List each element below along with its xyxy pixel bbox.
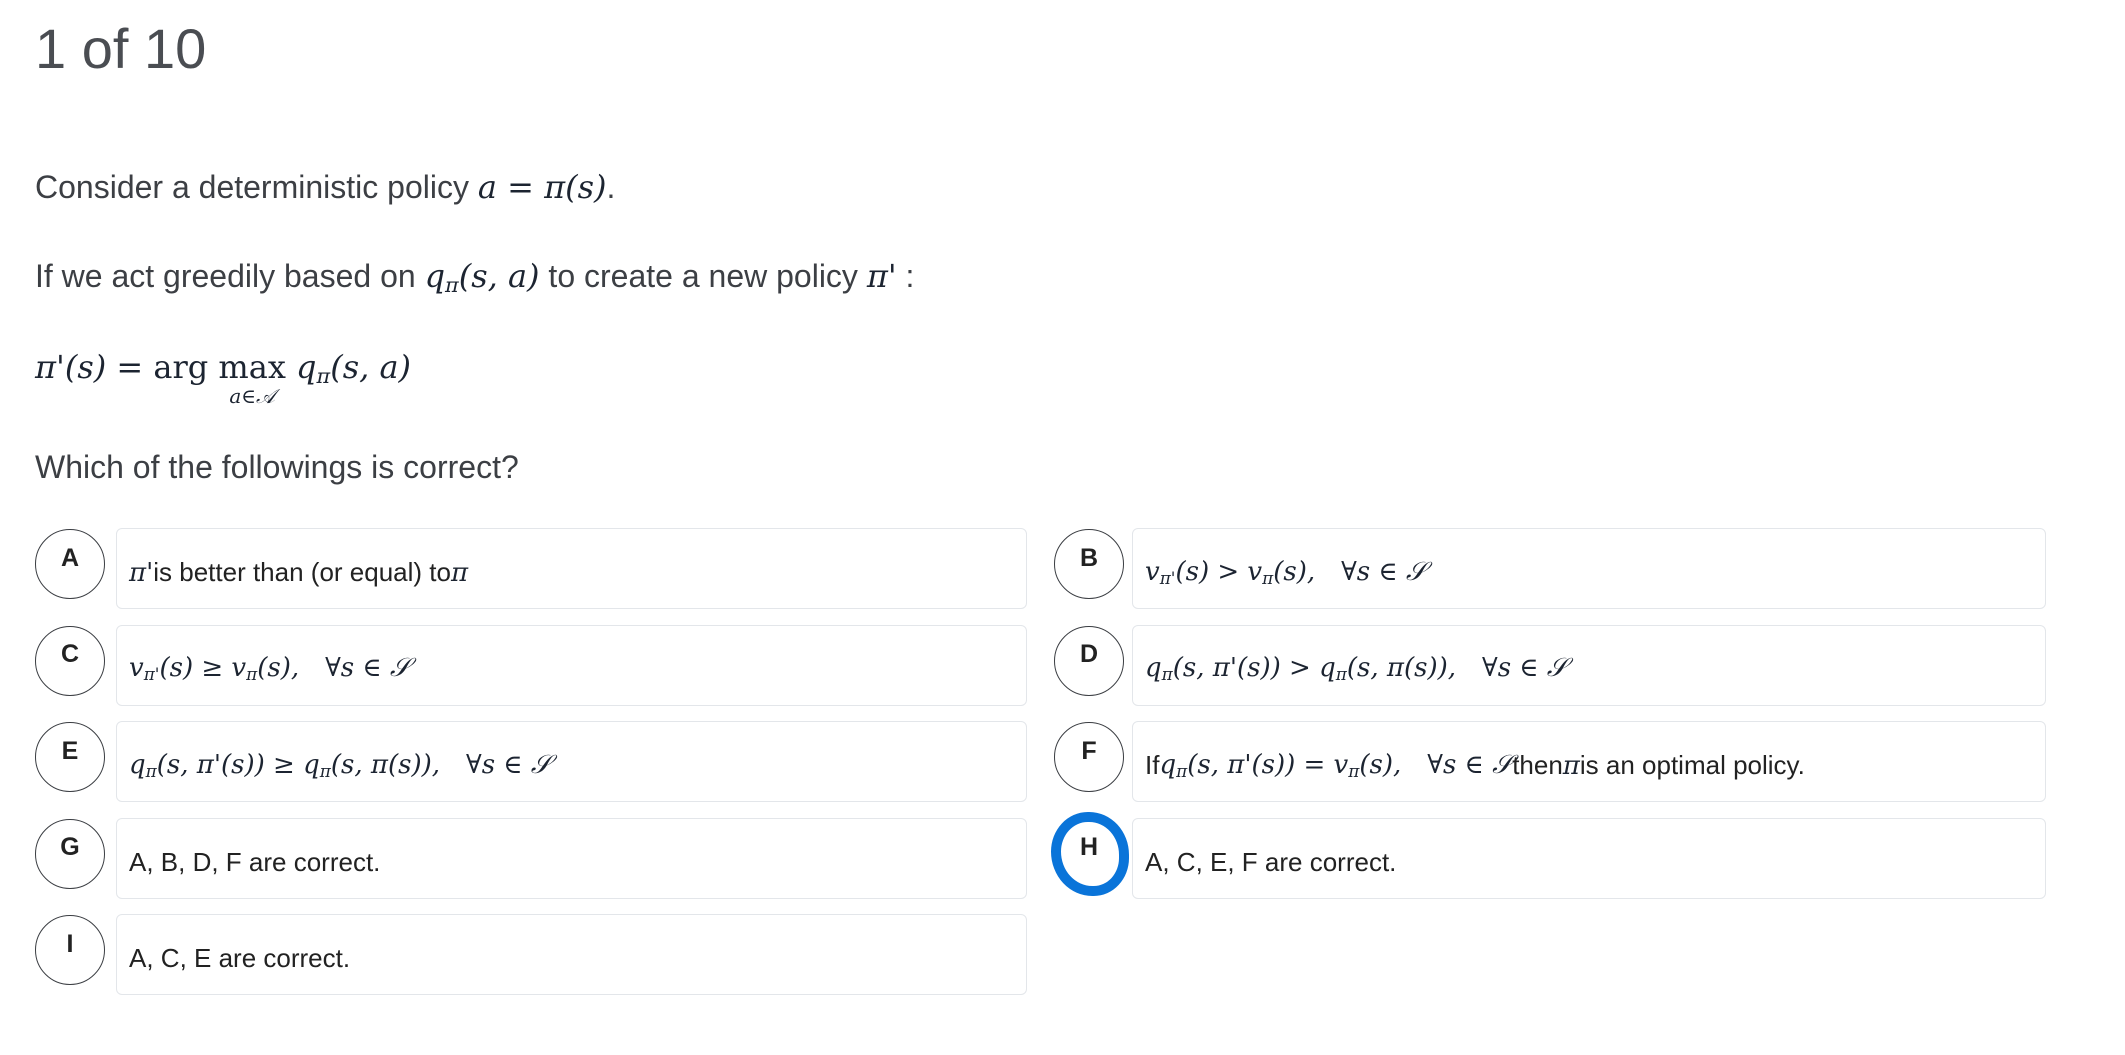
math-expression: qπ(s, a): [424, 257, 540, 298]
math-expression: π': [129, 557, 154, 588]
option-letter-button[interactable]: D: [1054, 625, 1124, 696]
option-text-box[interactable]: A, C, E, F are correct.: [1132, 817, 2046, 899]
math-expression: qπ(s, π'(s)) ≥ qπ(s, π(s)), ∀s ∈ 𝒮: [129, 749, 551, 782]
option-text-box[interactable]: qπ(s, π'(s)) > qπ(s, π(s)), ∀s ∈ 𝒮: [1132, 624, 2046, 706]
selected-answer-ring: [1051, 811, 1129, 896]
formula-rhs: qπ(s, a): [285, 348, 412, 389]
math-expression: qπ(s, π'(s)) > qπ(s, π(s)), ∀s ∈ 𝒮: [1145, 653, 1567, 685]
formula-max-op: max: [218, 348, 286, 386]
option-text-box[interactable]: π' is better than (or equal) to π: [116, 528, 1027, 609]
option-text-box[interactable]: A, B, D, F are correct.: [116, 817, 1027, 899]
question-prompt: Which of the followings is correct?: [35, 449, 519, 485]
option-letter-button[interactable]: G: [35, 818, 105, 889]
formula-lhs: π'(s) =: [35, 348, 154, 386]
option-letter-button[interactable]: C: [35, 625, 105, 696]
option-text-box[interactable]: If qπ(s, π'(s)) = vπ(s), ∀s ∈ 𝒮 then π i…: [1132, 721, 2046, 802]
option-letter-button[interactable]: F: [1054, 722, 1124, 792]
math-expression: vπ'(s) > vπ(s), ∀s ∈ 𝒮: [1145, 556, 1427, 589]
question-greedy-text: If we act greedily based on qπ(s, a) to …: [35, 257, 915, 298]
math-expression: a = π(s): [477, 168, 607, 206]
option-text-box[interactable]: vπ'(s) ≥ vπ(s), ∀s ∈ 𝒮: [116, 624, 1027, 706]
question-intro: Consider a deterministic policy a = π(s)…: [35, 168, 616, 206]
question-progress: 1 of 10: [35, 17, 207, 80]
option-letter-button[interactable]: A: [35, 529, 105, 599]
argmax-formula: π'(s) = arg max a∈𝒜 qπ(s, a): [35, 348, 412, 408]
option-letter-button[interactable]: E: [35, 722, 105, 792]
math-expression: π: [450, 557, 469, 588]
option-text-box[interactable]: qπ(s, π'(s)) ≥ qπ(s, π(s)), ∀s ∈ 𝒮: [116, 721, 1027, 802]
option-letter-button[interactable]: I: [35, 915, 105, 985]
math-expression: π: [1562, 750, 1580, 781]
math-expression: π': [866, 257, 897, 295]
option-letter-button[interactable]: B: [1054, 529, 1124, 599]
math-expression: qπ(s, π'(s)) = vπ(s), ∀s ∈ 𝒮: [1159, 749, 1513, 782]
formula-arg: arg: [153, 348, 219, 386]
formula-max: max a∈𝒜: [218, 348, 286, 408]
math-expression: vπ'(s) ≥ vπ(s), ∀s ∈ 𝒮: [129, 653, 411, 685]
option-text-box[interactable]: A, C, E are correct.: [116, 914, 1027, 995]
option-text-box[interactable]: vπ'(s) > vπ(s), ∀s ∈ 𝒮: [1132, 528, 2046, 609]
formula-limit: a∈𝒜: [229, 384, 275, 408]
